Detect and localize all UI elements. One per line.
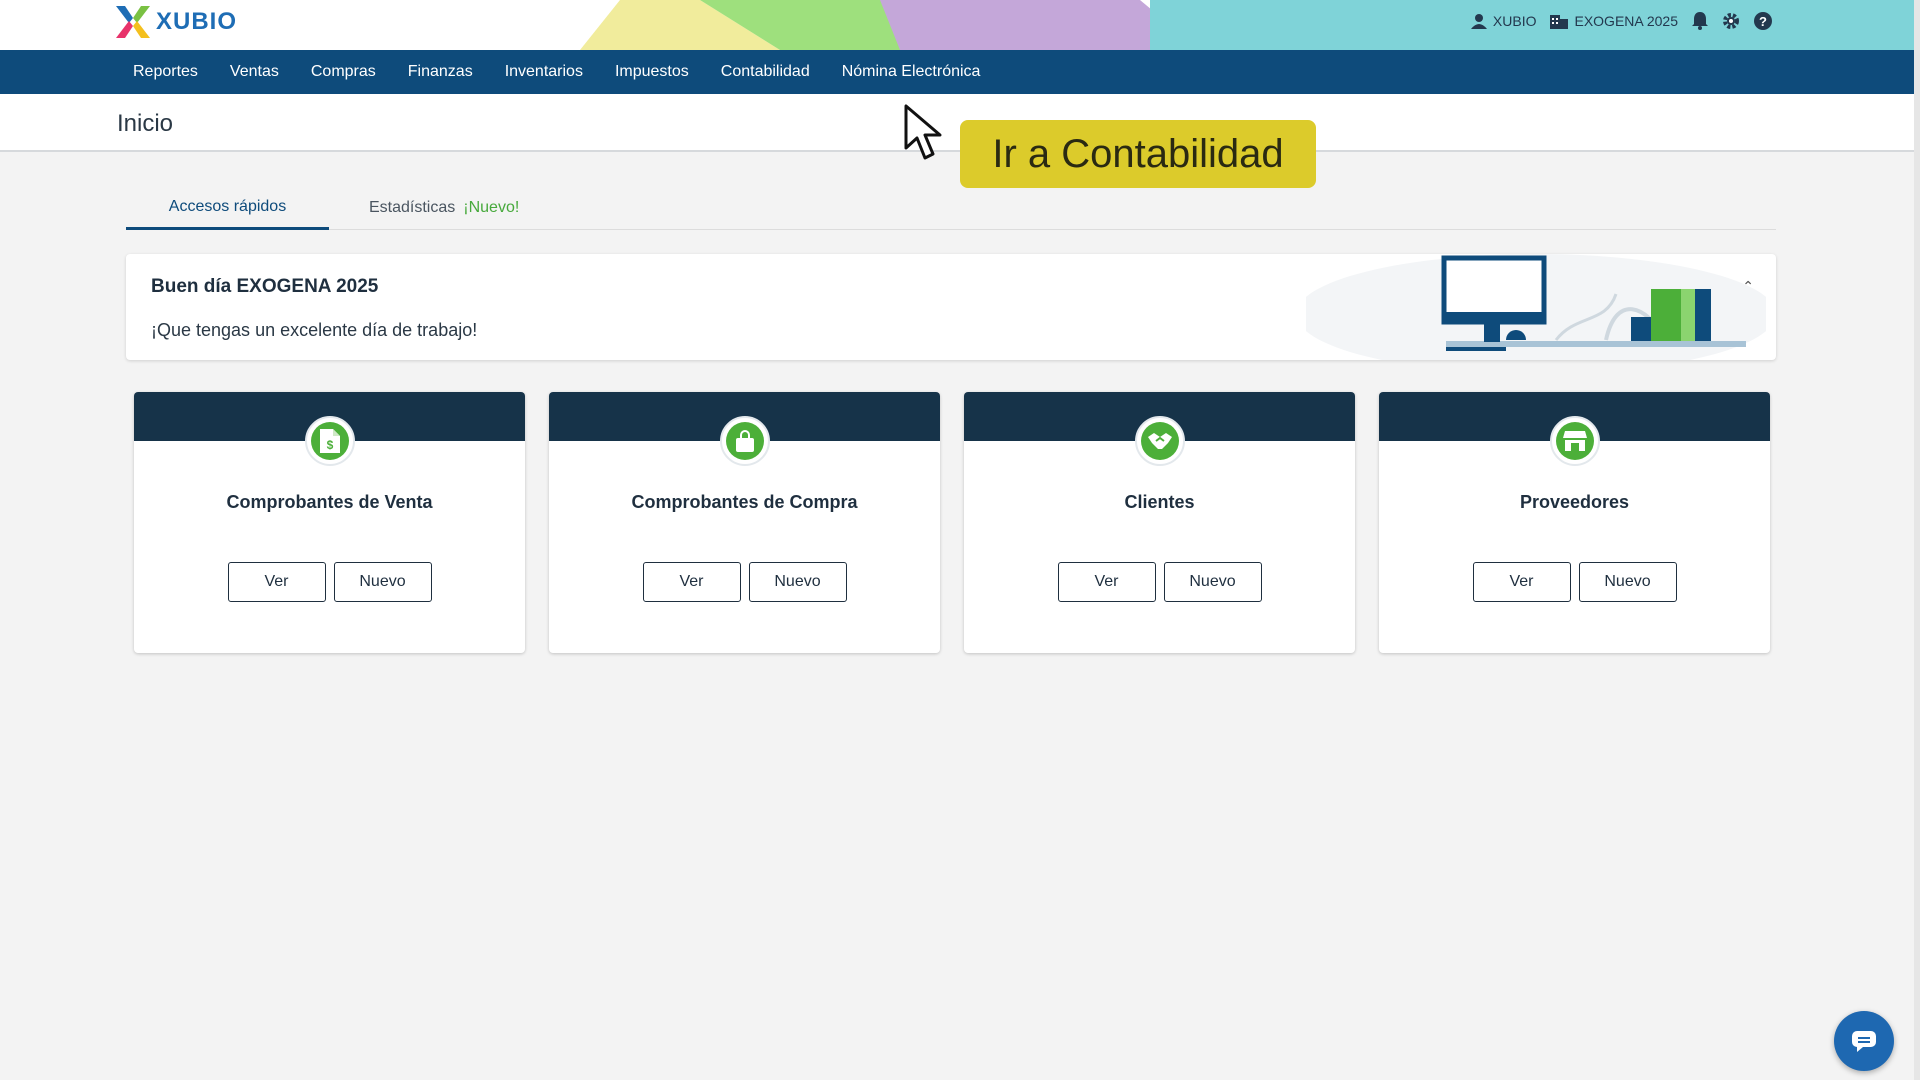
tab-accesos-rapidos[interactable]: Accesos rápidos <box>126 186 329 230</box>
greeting-card: Buen día EXOGENA 2025 ¡Que tengas un exc… <box>126 254 1776 360</box>
new-badge: ¡Nuevo! <box>463 199 520 216</box>
nav-item-inventarios[interactable]: Inventarios <box>489 50 599 94</box>
card-icon-badge: $ <box>305 416 355 466</box>
nuevo-button[interactable]: Nuevo <box>1163 562 1262 602</box>
nuevo-button[interactable]: Nuevo <box>333 562 432 602</box>
tab-estadisticas[interactable]: Estadísticas ¡Nuevo! <box>329 186 559 230</box>
header-actions: XUBIO EXOGENA 2025 ? <box>1470 12 1772 30</box>
greeting-message: ¡Que tengas un excelente día de trabajo! <box>151 320 478 340</box>
card-actions: Ver Nuevo <box>549 562 940 602</box>
main-nav: Reportes Ventas Compras Finanzas Inventa… <box>0 50 1914 94</box>
building-icon <box>1550 15 1569 29</box>
card-comprobantes-venta: $ Comprobantes de Venta Ver Nuevo <box>134 392 525 653</box>
nav-item-impuestos[interactable]: Impuestos <box>599 50 705 94</box>
invoice-icon: $ <box>320 429 340 453</box>
bell-icon[interactable] <box>1692 12 1708 30</box>
card-title: Comprobantes de Compra <box>631 492 858 512</box>
card-icon-badge <box>720 416 770 466</box>
gear-icon[interactable] <box>1722 12 1740 30</box>
card-clientes: Clientes Ver Nuevo <box>964 392 1355 653</box>
card-title: Proveedores <box>1519 492 1630 512</box>
brand-name: XUBIO <box>156 8 238 35</box>
xubio-x-icon <box>116 6 150 38</box>
user-icon <box>1470 14 1487 29</box>
nav-item-compras[interactable]: Compras <box>295 50 392 94</box>
greeting-title: Buen día EXOGENA 2025 <box>151 276 379 297</box>
card-icon-badge <box>1135 416 1185 466</box>
nav-item-ventas[interactable]: Ventas <box>214 50 295 94</box>
store-icon <box>1563 431 1587 451</box>
home-tabs: Accesos rápidos Estadísticas ¡Nuevo! <box>126 186 1776 230</box>
svg-text:$: $ <box>327 438 334 452</box>
nuevo-button[interactable]: Nuevo <box>748 562 847 602</box>
company-label: EXOGENA 2025 <box>1574 13 1678 29</box>
nuevo-button[interactable]: Nuevo <box>1578 562 1677 602</box>
card-title: Clientes <box>1124 492 1195 512</box>
ver-button[interactable]: Ver <box>1472 562 1571 602</box>
nav-item-contabilidad[interactable]: Contabilidad <box>705 50 826 94</box>
user-label: XUBIO <box>1492 13 1537 29</box>
shopping-bag-icon <box>736 430 754 452</box>
nav-item-finanzas[interactable]: Finanzas <box>392 50 489 94</box>
tab-label: Estadísticas <box>369 199 456 216</box>
user-menu[interactable]: XUBIO <box>1470 13 1537 29</box>
top-header: XUBIO XUBIO EXOGENA 2025 ? <box>0 0 1920 50</box>
card-icon-badge <box>1550 416 1600 466</box>
card-proveedores: Proveedores Ver Nuevo <box>1379 392 1770 653</box>
office-illustration <box>1306 254 1766 360</box>
tab-label: Accesos rápidos <box>168 197 287 215</box>
card-actions: Ver Nuevo <box>964 562 1355 602</box>
mouse-cursor-icon <box>904 104 942 160</box>
card-comprobantes-compra: Comprobantes de Compra Ver Nuevo <box>549 392 940 653</box>
card-title: Comprobantes de Venta <box>226 492 433 512</box>
header-decoration <box>580 0 1200 50</box>
xubio-logo[interactable]: XUBIO <box>116 6 237 38</box>
page-title: Inicio <box>117 110 174 137</box>
page-header: Inicio <box>0 94 1914 152</box>
nav-item-nomina[interactable]: Nómina Electrónica <box>826 50 997 94</box>
ver-button[interactable]: Ver <box>1057 562 1156 602</box>
help-icon[interactable]: ? <box>1754 12 1772 30</box>
card-actions: Ver Nuevo <box>134 562 525 602</box>
handshake-icon <box>1148 433 1172 449</box>
svg-text:?: ? <box>1759 14 1767 29</box>
guide-tooltip: Ir a Contabilidad <box>960 120 1316 188</box>
quick-access-cards: $ Comprobantes de Venta Ver Nuevo Compro… <box>134 392 1770 653</box>
nav-item-reportes[interactable]: Reportes <box>133 50 214 94</box>
chat-button[interactable] <box>1834 1011 1894 1071</box>
ver-button[interactable]: Ver <box>227 562 326 602</box>
chat-bubble-icon <box>1852 1031 1876 1052</box>
ver-button[interactable]: Ver <box>642 562 741 602</box>
collapse-chevron-up-icon[interactable]: ⌃ <box>1742 278 1754 295</box>
page-scrollbar[interactable] <box>1914 0 1920 1080</box>
company-menu[interactable]: EXOGENA 2025 <box>1550 13 1678 29</box>
card-actions: Ver Nuevo <box>1379 562 1770 602</box>
